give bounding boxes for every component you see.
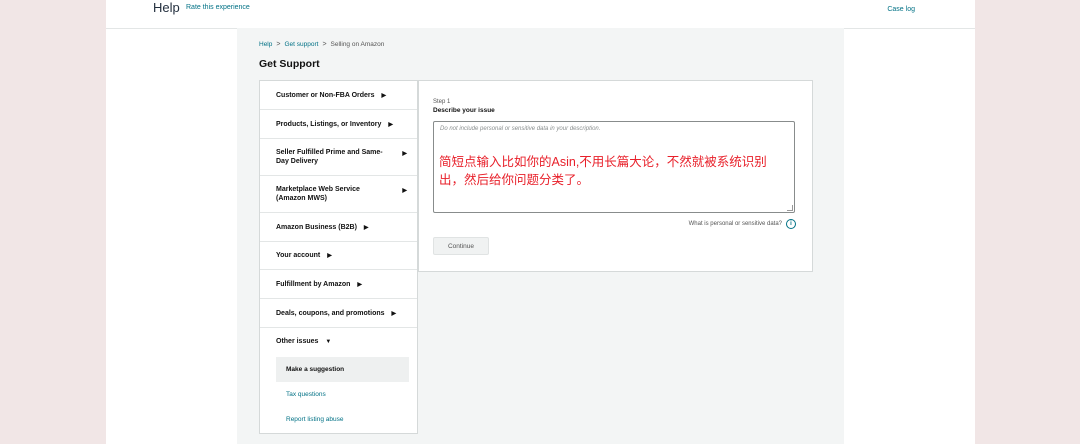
sensitive-data-link[interactable]: What is personal or sensitive data?: [689, 221, 782, 227]
resize-handle-icon[interactable]: [787, 205, 793, 211]
continue-button[interactable]: Continue: [433, 237, 489, 255]
sidebar-item-amazon-business[interactable]: Amazon Business (B2B) ▶: [260, 213, 417, 242]
sidebar-item-label: Other issues: [276, 338, 319, 345]
sidebar-item-label: Seller Fulfilled Prime and Same-Day Deli…: [276, 149, 383, 165]
sidebar-item-seller-fulfilled-prime[interactable]: Seller Fulfilled Prime and Same-Day Deli…: [260, 139, 417, 176]
right-triangle-icon: ▶: [327, 253, 332, 259]
right-triangle-icon: ▶: [363, 224, 369, 231]
sidebar-item-label: Amazon Business (B2B): [276, 223, 357, 231]
breadcrumb-selling-on-amazon: Selling on Amazon: [330, 41, 385, 48]
sidebar-item-customer-orders[interactable]: Customer or Non-FBA Orders ▶: [260, 81, 417, 110]
describe-issue-panel: Step 1 Describe your issue Do not includ…: [418, 80, 813, 272]
sidebar-item-your-account[interactable]: Your account ▶: [260, 242, 417, 270]
topic-sidebar: Customer or Non-FBA Orders ▶ Products, L…: [259, 80, 418, 434]
breadcrumb-help[interactable]: Help: [259, 41, 272, 48]
issue-description-textarea[interactable]: Do not include personal or sensitive dat…: [433, 121, 795, 213]
sensitive-data-help[interactable]: What is personal or sensitive data? i: [689, 219, 796, 229]
breadcrumb-separator: >: [276, 41, 281, 48]
sidebar-item-label: Customer or Non-FBA Orders: [276, 91, 375, 99]
main-content: Help > Get support > Selling on Amazon G…: [237, 28, 844, 444]
rate-experience-link[interactable]: Rate this experience: [186, 4, 250, 11]
right-triangle-icon: ▶: [357, 281, 363, 288]
other-issues-submenu: Make a suggestion Tax questions Report l…: [260, 355, 417, 432]
sidebar-item-label: Marketplace Web Service (Amazon MWS): [276, 186, 360, 202]
step-title: Describe your issue: [433, 107, 495, 114]
sidebar-item-label: Products, Listings, or Inventory: [276, 120, 382, 128]
sidebar-subitem-report-abuse[interactable]: Report listing abuse: [276, 407, 409, 432]
help-title: Help: [153, 0, 180, 15]
sidebar-subitem-make-suggestion[interactable]: Make a suggestion: [276, 357, 409, 382]
sidebar-item-deals[interactable]: Deals, coupons, and promotions ▶: [260, 299, 417, 328]
page-title: Get Support: [259, 58, 320, 70]
textarea-placeholder: Do not include personal or sensitive dat…: [440, 126, 601, 132]
right-triangle-icon: ▶: [388, 121, 394, 128]
right-triangle-icon: ▶: [381, 92, 387, 99]
sidebar-item-label: Your account: [276, 252, 321, 259]
step-label: Step 1: [433, 99, 451, 105]
sidebar-item-label: Fulfillment by Amazon: [276, 280, 351, 288]
sidebar-item-products-listings[interactable]: Products, Listings, or Inventory ▶: [260, 110, 417, 139]
case-log-link[interactable]: Case log: [887, 6, 915, 13]
right-triangle-icon: ▶: [402, 188, 407, 194]
breadcrumb: Help > Get support > Selling on Amazon: [259, 41, 384, 48]
textarea-value: 简短点输入比如你的Asin,不用长篇大论，不然就被系统识别出，然后给你问题分类了…: [439, 155, 767, 187]
sidebar-subitem-tax-questions[interactable]: Tax questions: [276, 382, 409, 407]
sidebar-item-fba[interactable]: Fulfillment by Amazon ▶: [260, 270, 417, 299]
right-triangle-icon: ▶: [402, 151, 407, 157]
breadcrumb-get-support[interactable]: Get support: [284, 41, 318, 48]
down-triangle-icon: ▼: [325, 338, 332, 345]
sidebar-item-other-issues[interactable]: Other issues ▼: [260, 328, 417, 355]
info-icon[interactable]: i: [786, 219, 796, 229]
right-triangle-icon: ▶: [391, 310, 397, 317]
sidebar-item-mws[interactable]: Marketplace Web Service (Amazon MWS) ▶: [260, 176, 417, 213]
breadcrumb-separator: >: [322, 41, 327, 48]
sidebar-item-label: Deals, coupons, and promotions: [276, 309, 385, 317]
